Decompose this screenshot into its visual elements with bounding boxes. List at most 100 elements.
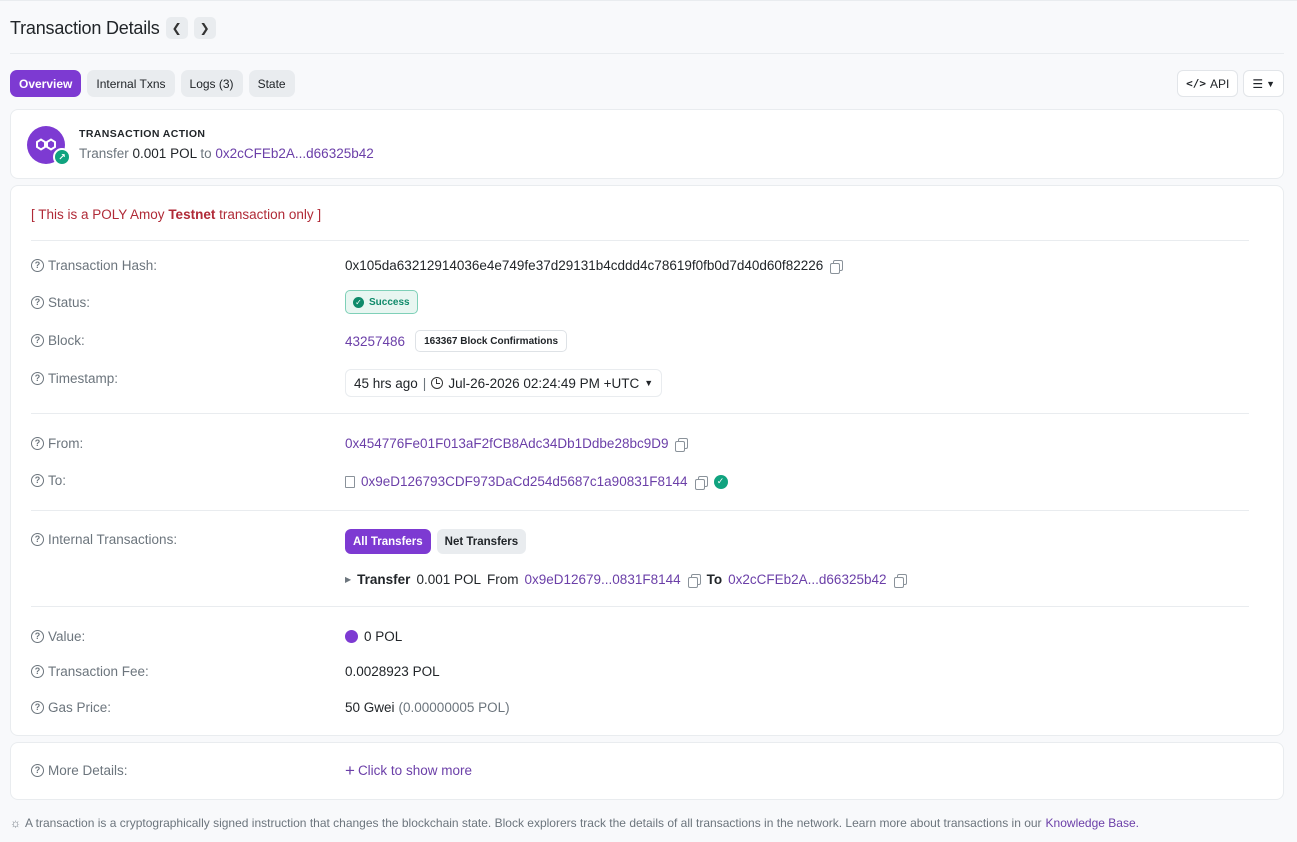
question-icon: ? bbox=[31, 372, 44, 385]
copy-icon[interactable] bbox=[694, 475, 708, 490]
question-icon: ? bbox=[31, 764, 44, 777]
copy-icon[interactable] bbox=[674, 437, 689, 452]
show-more-text[interactable]: Click to show more bbox=[358, 763, 472, 778]
internal-amount: 0.001 POL bbox=[416, 572, 481, 587]
tab-overview[interactable]: Overview bbox=[10, 70, 82, 97]
to-address[interactable]: 0x9eD126793CDF973DaCd254d5687c1a90831F81… bbox=[361, 474, 688, 489]
gas-text: 50 Gwei bbox=[345, 700, 395, 715]
status-badge: ✓ Success bbox=[345, 290, 418, 314]
copy-icon[interactable] bbox=[893, 573, 907, 588]
internal-from-word: From bbox=[486, 572, 519, 587]
action-to-word: to bbox=[200, 146, 212, 161]
internal-from-address[interactable]: 0x9eD12679...0831F8144 bbox=[524, 572, 680, 587]
internal-transfer-row: ▶ Transfer 0.001 POL From 0x9eD12679...0… bbox=[345, 572, 907, 588]
chevron-down-icon: ▼ bbox=[644, 378, 654, 388]
status-text: Success bbox=[369, 296, 410, 308]
from-value: 0x454776Fe01F013aF2fCB8Adc34Db1Ddbe28bc9… bbox=[345, 436, 689, 452]
verified-check-icon: ✓ bbox=[713, 474, 728, 489]
fee-label: ? Transaction Fee: bbox=[31, 664, 149, 679]
divider bbox=[31, 606, 1249, 607]
page-header: Transaction Details ❮ ❯ bbox=[10, 14, 216, 42]
internal-label: ? Internal Transactions: bbox=[31, 532, 177, 547]
toolbar: </> API ☰ ▼ bbox=[1177, 70, 1284, 97]
divider bbox=[31, 240, 1249, 241]
value-label: ? Value: bbox=[31, 629, 85, 644]
divider bbox=[31, 510, 1249, 511]
action-amount: 0.001 POL bbox=[132, 146, 197, 161]
chevron-down-icon: ▼ bbox=[1266, 78, 1275, 89]
hash-label: ? Transaction Hash: bbox=[31, 258, 157, 273]
arrow-up-right-icon: ↗ bbox=[53, 148, 71, 166]
lightbulb-icon: ☼ bbox=[10, 816, 21, 830]
more-details-card: ? More Details: + Click to show more bbox=[10, 742, 1284, 800]
internal-verb: Transfer bbox=[357, 572, 411, 587]
list-filter-icon: ☰ bbox=[1252, 76, 1264, 91]
to-label: ? To: bbox=[31, 473, 66, 488]
polygon-token-icon bbox=[345, 630, 358, 643]
confirmations-badge: 163367 Block Confirmations bbox=[415, 330, 568, 352]
fee-value: 0.0028923 POL bbox=[345, 664, 440, 679]
copy-icon[interactable] bbox=[829, 259, 844, 274]
hash-text: 0x105da63212914036e4e749fe37d29131b4cddd… bbox=[345, 258, 824, 273]
action-summary: Transfer 0.001 POL to 0x2cCFEb2A...d6632… bbox=[79, 146, 374, 161]
internal-to-word: To bbox=[706, 572, 723, 587]
question-icon: ? bbox=[31, 296, 44, 309]
all-transfers-button[interactable]: All Transfers bbox=[345, 529, 431, 554]
page-title: Transaction Details bbox=[10, 17, 160, 38]
timestamp-ago: 45 hrs ago bbox=[354, 375, 418, 391]
plus-icon: + bbox=[345, 761, 355, 780]
question-icon: ? bbox=[31, 259, 44, 272]
internal-filter: All Transfers Net Transfers bbox=[345, 529, 527, 554]
filter-button[interactable]: ☰ ▼ bbox=[1243, 70, 1284, 97]
tab-state[interactable]: State bbox=[248, 70, 295, 97]
from-label-text: From: bbox=[48, 436, 84, 451]
testnet-prefix: [ This is a POLY Amoy bbox=[31, 207, 169, 222]
status-label: ? Status: bbox=[31, 295, 90, 310]
timestamp-label: ? Timestamp: bbox=[31, 371, 118, 386]
caret-right-icon[interactable]: ▶ bbox=[345, 575, 351, 584]
top-border bbox=[0, 0, 1297, 1]
value-value: 0 POL bbox=[345, 629, 402, 644]
code-icon: </> bbox=[1186, 77, 1206, 90]
header-divider bbox=[10, 53, 1284, 54]
api-button[interactable]: </> API bbox=[1177, 70, 1239, 97]
footer-text: A transaction is a cryptographically sig… bbox=[25, 816, 1042, 830]
fee-text: 0.0028923 POL bbox=[345, 664, 440, 679]
gas-label-text: Gas Price: bbox=[48, 700, 112, 715]
clock-icon bbox=[431, 377, 444, 389]
timestamp-dropdown[interactable]: 45 hrs ago | Jul-26-2026 02:24:49 PM +UT… bbox=[345, 369, 663, 397]
show-more-link[interactable]: + Click to show more bbox=[345, 762, 472, 779]
check-circle-icon: ✓ bbox=[353, 296, 364, 308]
internal-to-address[interactable]: 0x2cCFEb2A...d66325b42 bbox=[728, 572, 886, 587]
from-address[interactable]: 0x454776Fe01F013aF2fCB8Adc34Db1Ddbe28bc9… bbox=[345, 436, 668, 451]
question-icon: ? bbox=[31, 630, 44, 643]
tab-logs[interactable]: Logs (3) bbox=[180, 70, 243, 97]
api-label: API bbox=[1209, 76, 1230, 91]
question-icon: ? bbox=[31, 533, 44, 546]
tab-internal-txns[interactable]: Internal Txns bbox=[87, 70, 175, 97]
chevron-left-icon[interactable]: ❮ bbox=[165, 17, 188, 39]
hash-label-text: Transaction Hash: bbox=[48, 258, 158, 273]
to-value: 0x9eD126793CDF973DaCd254d5687c1a90831F81… bbox=[345, 474, 728, 490]
gas-value: 50 Gwei (0.00000005 POL) bbox=[345, 700, 510, 715]
more-label-text: More Details: bbox=[48, 763, 128, 778]
status-value: ✓ Success bbox=[345, 290, 418, 314]
testnet-note: [ This is a POLY Amoy Testnet transactio… bbox=[31, 207, 321, 222]
action-to-address[interactable]: 0x2cCFEb2A...d66325b42 bbox=[215, 146, 373, 161]
block-link[interactable]: 43257486 bbox=[345, 334, 405, 349]
divider bbox=[31, 413, 1249, 414]
knowledge-base-link[interactable]: Knowledge Base. bbox=[1046, 816, 1139, 830]
testnet-suffix: transaction only ] bbox=[215, 207, 322, 222]
fee-label-text: Transaction Fee: bbox=[48, 664, 149, 679]
question-icon: ? bbox=[31, 474, 44, 487]
question-icon: ? bbox=[31, 437, 44, 450]
hash-value: 0x105da63212914036e4e749fe37d29131b4cddd… bbox=[345, 258, 844, 274]
block-label: ? Block: bbox=[31, 333, 85, 348]
gas-sub-text: (0.00000005 POL) bbox=[398, 700, 510, 715]
net-transfers-button[interactable]: Net Transfers bbox=[436, 529, 527, 554]
chevron-right-icon[interactable]: ❯ bbox=[193, 17, 216, 39]
copy-icon[interactable] bbox=[687, 573, 701, 588]
transaction-action-card: ↗ TRANSACTION ACTION Transfer 0.001 POL … bbox=[10, 109, 1284, 179]
more-label: ? More Details: bbox=[31, 763, 128, 778]
timestamp-label-text: Timestamp: bbox=[48, 371, 119, 386]
